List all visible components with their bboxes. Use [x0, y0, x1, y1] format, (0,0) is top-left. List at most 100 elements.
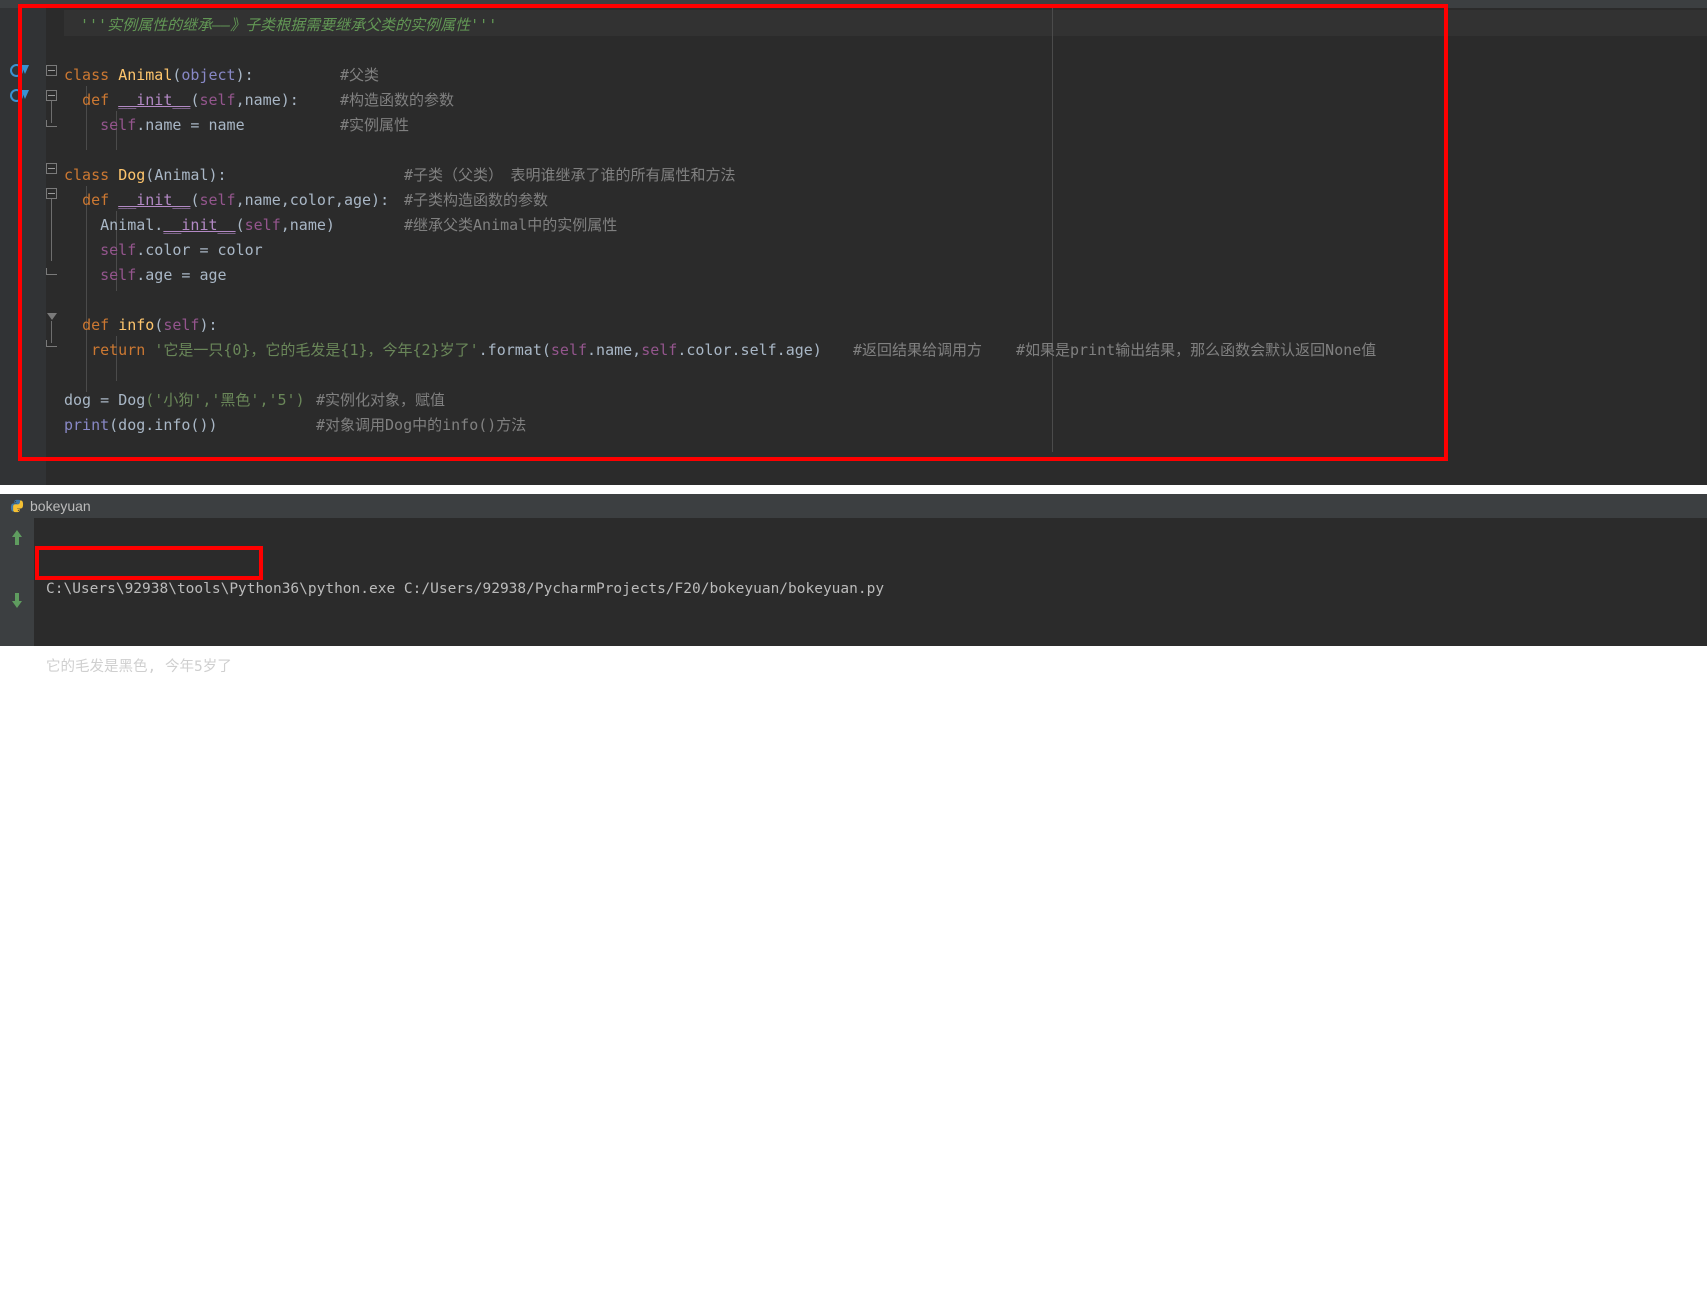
code-line-8: class Dog(Animal):	[64, 163, 227, 188]
dunder-init: __init__	[163, 216, 236, 234]
class-ref-animal: Animal.	[100, 216, 164, 234]
keyword-class: class	[64, 66, 110, 84]
attr-assign: .age = age	[136, 266, 227, 284]
arrow-up-icon[interactable]	[9, 528, 25, 548]
code-line-5: self.name = name	[64, 113, 245, 138]
fold-marker-collapse-icon[interactable]	[46, 65, 59, 78]
code-line-10-comment: #继承父类Animal中的实例属性	[404, 216, 618, 234]
run-line-marker[interactable]	[10, 62, 32, 84]
fold-region-line	[51, 199, 52, 261]
code-line-16-comment: #返回结果给调用方	[853, 341, 983, 359]
run-marker-arrow-icon	[21, 65, 29, 74]
editor-fold-rail[interactable]	[46, 8, 64, 485]
format-call: .format(	[478, 341, 551, 359]
run-marker-arrow-icon	[21, 90, 29, 99]
run-line-marker[interactable]	[10, 87, 32, 109]
run-tab-bar[interactable]: bokeyuan	[0, 494, 1707, 518]
code-line-12: self.age = age	[64, 263, 227, 288]
self-param: self	[199, 91, 236, 109]
fold-marker-collapse-icon[interactable]	[46, 90, 59, 103]
code-line-19: dog = Dog('小狗','黑色','5')	[64, 388, 305, 413]
self-param: self	[163, 316, 200, 334]
code-line-5-comment: #实例属性	[340, 116, 410, 134]
code-line-9: def __init__(self,name,color,age):	[64, 188, 389, 213]
paren: (	[145, 166, 155, 184]
code-line-4: def __init__(self,name):	[64, 88, 299, 113]
attr-assign: .name = name	[136, 116, 245, 134]
run-tab-label: bokeyuan	[30, 498, 91, 514]
format-string: '它是一只{0}，它的毛发是{1}，今年{2}岁了'	[154, 341, 479, 359]
fold-minus	[48, 193, 55, 194]
arg-tail: .color.self.age)	[677, 341, 822, 359]
class-name-animal: Animal	[118, 66, 173, 84]
paren-colon: ):	[199, 316, 218, 334]
docstring-token: '''实例属性的继承——》子类根据需要继承父类的实例属性'''	[80, 16, 498, 34]
code-editor[interactable]: '''实例属性的继承——》子类根据需要继承父类的实例属性''' class An…	[0, 0, 1707, 485]
args: ,name)	[280, 216, 335, 234]
dunder-init: __init__	[118, 91, 191, 109]
paren-colon: ):	[235, 66, 254, 84]
base-animal: Animal	[154, 166, 209, 184]
keyword-return: return	[91, 341, 146, 359]
fold-minus	[48, 95, 55, 96]
builtin-print: print	[64, 416, 110, 434]
python-icon	[10, 499, 24, 513]
function-name-info: info	[118, 316, 155, 334]
dunder-init: __init__	[118, 191, 191, 209]
fold-triangle	[47, 313, 57, 320]
console-toolbar[interactable]	[0, 518, 34, 646]
console-line-output: 它的毛发是黑色, 今年5岁了	[46, 659, 232, 675]
paren: (	[154, 316, 164, 334]
paren-colon: ):	[208, 166, 227, 184]
console-line-command: C:\Users\92938\tools\Python36\python.exe…	[46, 581, 885, 597]
fold-region-end-icon[interactable]	[46, 120, 57, 127]
run-tab-bokeyuan[interactable]: bokeyuan	[6, 495, 99, 517]
self-keyword: self	[100, 241, 137, 259]
comma: ,	[235, 91, 245, 109]
editor-top-strip	[0, 0, 1707, 8]
params: ,name,color,age):	[235, 191, 390, 209]
code-line-1: '''实例属性的继承——》子类根据需要继承父类的实例属性'''	[80, 13, 497, 38]
attr-assign: .color = color	[136, 241, 263, 259]
arrow-down-icon[interactable]	[9, 590, 25, 610]
code-line-19-comment: #实例化对象，赋值	[316, 391, 446, 409]
paren: (	[235, 216, 245, 234]
param-name: name	[244, 91, 281, 109]
constructor-args: ('小狗','黑色','5')	[145, 391, 305, 409]
code-line-9-comment: #子类构造函数的参数	[404, 191, 549, 209]
fold-region-end-icon[interactable]	[46, 340, 57, 347]
code-line-8-comment: #子类（父类） 表明谁继承了谁的所有属性和方法	[404, 166, 736, 184]
code-line-3-comment: #父类	[340, 66, 380, 84]
paren-colon: ):	[280, 91, 299, 109]
self-keyword: self	[100, 266, 137, 284]
var-dog: dog =	[64, 391, 119, 409]
self-arg-2: self	[641, 341, 678, 359]
code-line-3: class Animal(object):	[64, 63, 254, 88]
arg-name: .name,	[587, 341, 642, 359]
fold-marker-collapse-icon[interactable]	[46, 188, 59, 201]
panel-divider	[0, 485, 1707, 494]
keyword-class: class	[64, 166, 110, 184]
code-line-20: print(dog.info())	[64, 413, 218, 438]
self-arg: self	[244, 216, 281, 234]
code-line-10: Animal.__init__(self,name)	[64, 213, 335, 238]
base-object: object	[181, 66, 236, 84]
keyword-def: def	[82, 191, 110, 209]
code-line-4-comment: #构造函数的参数	[340, 91, 455, 109]
run-tool-window[interactable]: bokeyuan C:\Users\92938\tools\Python36\p…	[0, 494, 1707, 675]
code-line-20-comment: #对象调用Dog中的info()方法	[316, 416, 527, 434]
code-text[interactable]: '''实例属性的继承——》子类根据需要继承父类的实例属性''' class An…	[64, 8, 1707, 485]
self-keyword: self	[100, 116, 137, 134]
fold-minus	[48, 70, 55, 71]
code-line-11: self.color = color	[64, 238, 263, 263]
console-text: C:\Users\92938\tools\Python36\python.exe…	[46, 524, 1696, 732]
fold-region-end-icon[interactable]	[46, 268, 57, 275]
keyword-def: def	[82, 91, 110, 109]
code-line-16: return '它是一只{0}，它的毛发是{1}，今年{2}岁了'.format…	[64, 338, 822, 363]
class-name-dog: Dog	[118, 166, 146, 184]
fold-marker-collapse-icon[interactable]	[46, 163, 59, 176]
keyword-def: def	[82, 316, 110, 334]
code-line-16-comment-2: #如果是print输出结果，那么函数会默认返回None值	[1016, 341, 1377, 359]
class-ref-dog: Dog	[118, 391, 146, 409]
